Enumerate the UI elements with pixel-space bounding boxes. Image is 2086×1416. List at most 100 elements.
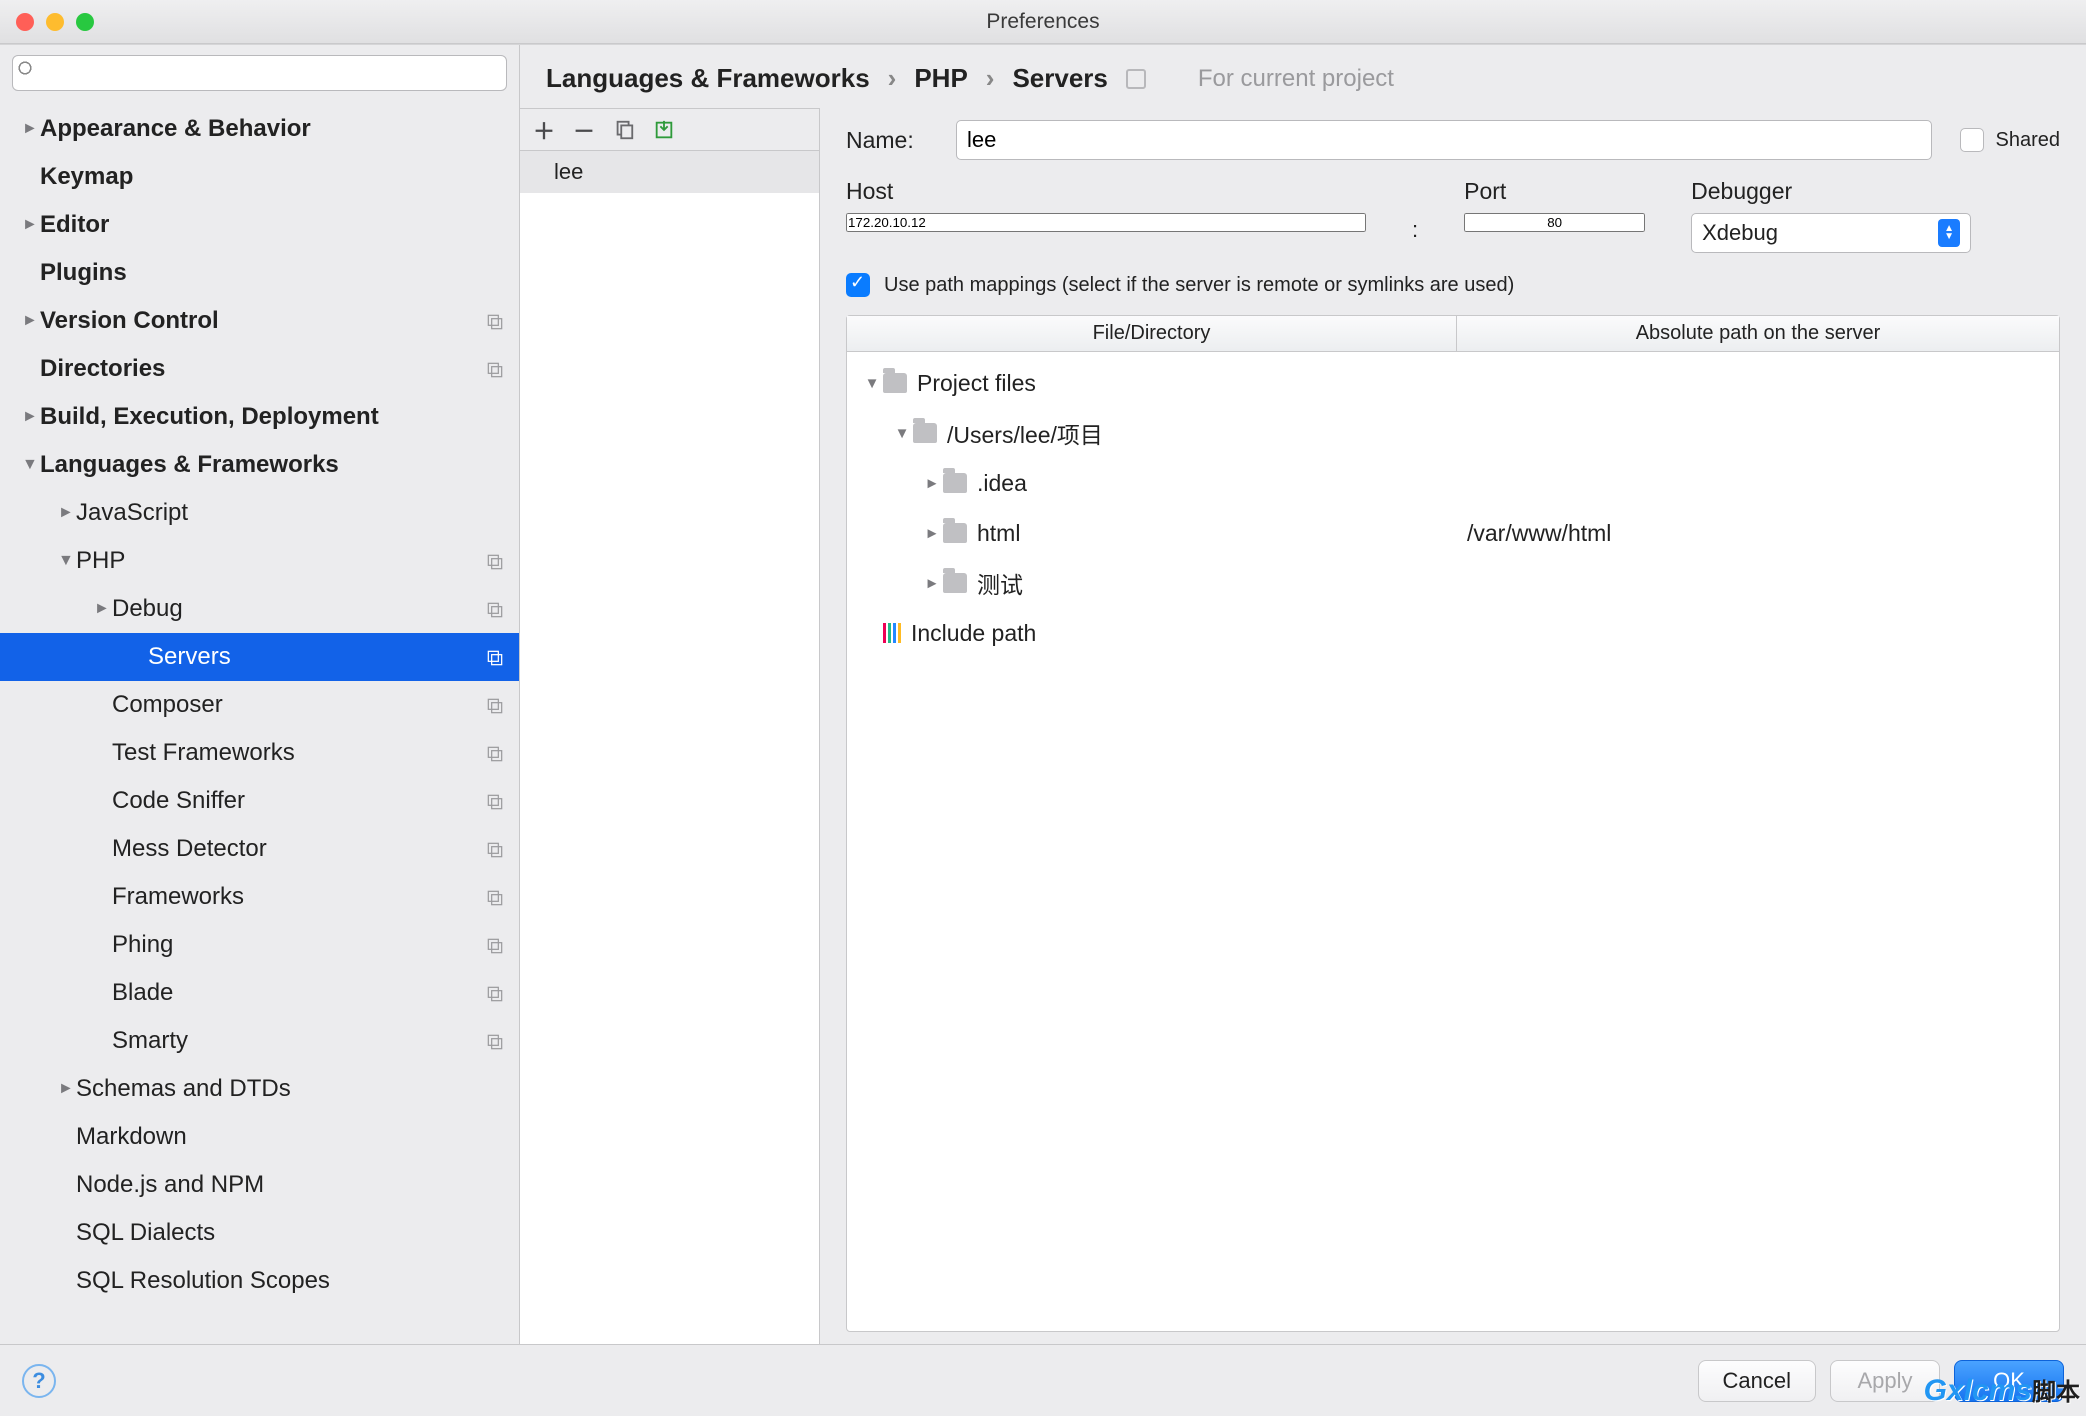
- sidebar-item-markdown[interactable]: Markdown: [0, 1113, 519, 1161]
- host-label: Host: [846, 178, 1366, 205]
- chevron-icon: ►: [22, 216, 40, 234]
- sidebar-item-schemas-and-dtds[interactable]: ►Schemas and DTDs: [0, 1065, 519, 1113]
- chevron-icon: ▼: [58, 552, 76, 570]
- select-arrows-icon: ▲▼: [1938, 219, 1960, 247]
- sidebar-item-label: Editor: [40, 211, 505, 239]
- absolute-path-cell[interactable]: /var/www/html: [1457, 520, 2059, 547]
- server-item[interactable]: lee: [520, 151, 819, 193]
- sidebar-item-label: Node.js and NPM: [76, 1171, 505, 1199]
- chevron-icon: ►: [22, 312, 40, 330]
- sidebar-item-composer[interactable]: Composer: [0, 681, 519, 729]
- sidebar-item-directories[interactable]: Directories: [0, 345, 519, 393]
- sidebar-item-frameworks[interactable]: Frameworks: [0, 873, 519, 921]
- sidebar-item-keymap[interactable]: Keymap: [0, 153, 519, 201]
- folder-icon: [913, 423, 937, 443]
- sidebar-item-label: Composer: [112, 691, 485, 719]
- debugger-select[interactable]: Xdebug ▲▼: [1691, 213, 1971, 253]
- sidebar-item-label: SQL Resolution Scopes: [76, 1267, 505, 1295]
- folder-icon: [943, 573, 967, 593]
- sidebar-item-label: Markdown: [76, 1123, 505, 1151]
- chevron-icon: ►: [58, 504, 76, 522]
- per-project-icon: [485, 887, 505, 907]
- sidebar-item-label: SQL Dialects: [76, 1219, 505, 1247]
- search-input[interactable]: [12, 55, 507, 91]
- port-label: Port: [1464, 178, 1645, 205]
- sidebar-item-servers[interactable]: Servers: [0, 633, 519, 681]
- path-label: html: [977, 520, 1020, 547]
- scope-hint: For current project: [1198, 65, 1394, 93]
- servers-list-panel: ＋ － lee: [520, 108, 820, 1344]
- sidebar-item-build-execution-deployment[interactable]: ►Build, Execution, Deployment: [0, 393, 519, 441]
- path-row[interactable]: ► .idea: [847, 458, 2059, 508]
- sidebar-item-debug[interactable]: ►Debug: [0, 585, 519, 633]
- crumb-root[interactable]: Languages & Frameworks: [546, 63, 870, 94]
- preferences-tree[interactable]: ►Appearance & BehaviorKeymap►EditorPlugi…: [0, 101, 519, 1344]
- sidebar-item-smarty[interactable]: Smarty: [0, 1017, 519, 1065]
- per-project-icon: [485, 695, 505, 715]
- debugger-value: Xdebug: [1702, 220, 1778, 246]
- path-row[interactable]: ▼Project files: [847, 358, 2059, 408]
- help-button[interactable]: ?: [22, 1364, 56, 1398]
- chevron-icon: ►: [921, 475, 943, 492]
- sidebar-item-phing[interactable]: Phing: [0, 921, 519, 969]
- shared-label: Shared: [1996, 129, 2061, 152]
- add-button[interactable]: ＋: [530, 116, 558, 144]
- name-field[interactable]: [956, 120, 1932, 160]
- shared-checkbox[interactable]: [1960, 128, 1984, 152]
- chevron-icon: ►: [22, 408, 40, 426]
- chevron-icon: ▼: [861, 375, 883, 392]
- sidebar-item-plugins[interactable]: Plugins: [0, 249, 519, 297]
- apply-button[interactable]: Apply: [1830, 1360, 1940, 1402]
- sidebar-item-label: Smarty: [112, 1027, 485, 1055]
- import-icon[interactable]: [650, 116, 678, 144]
- sidebar-item-label: Phing: [112, 931, 485, 959]
- sidebar-item-blade[interactable]: Blade: [0, 969, 519, 1017]
- sidebar-item-mess-detector[interactable]: Mess Detector: [0, 825, 519, 873]
- crumb-mid[interactable]: PHP: [914, 63, 967, 94]
- column-absolute-path[interactable]: Absolute path on the server: [1457, 316, 2059, 351]
- path-row[interactable]: ▼/Users/lee/项目: [847, 408, 2059, 458]
- chevron-icon: ►: [58, 1080, 76, 1098]
- path-row[interactable]: ►测试: [847, 558, 2059, 608]
- chevron-icon: ►: [22, 120, 40, 138]
- sidebar-item-label: Mess Detector: [112, 835, 485, 863]
- path-row[interactable]: Include path: [847, 608, 2059, 658]
- sidebar-item-javascript[interactable]: ►JavaScript: [0, 489, 519, 537]
- sidebar-item-php[interactable]: ▼PHP: [0, 537, 519, 585]
- chevron-icon: ►: [921, 575, 943, 592]
- path-label: .idea: [977, 470, 1027, 497]
- path-label: /Users/lee/项目: [947, 416, 1103, 450]
- sidebar-item-code-sniffer[interactable]: Code Sniffer: [0, 777, 519, 825]
- project-scope-icon: [1126, 69, 1146, 89]
- copy-icon[interactable]: [610, 116, 638, 144]
- sidebar-item-label: Appearance & Behavior: [40, 115, 505, 143]
- sidebar-item-languages-frameworks[interactable]: ▼Languages & Frameworks: [0, 441, 519, 489]
- path-row[interactable]: ►html/var/www/html: [847, 508, 2059, 558]
- name-label: Name:: [846, 127, 956, 154]
- path-mappings-body[interactable]: ▼Project files▼/Users/lee/项目►.idea►html/…: [847, 352, 2059, 1331]
- remove-button[interactable]: －: [570, 116, 598, 144]
- servers-list[interactable]: lee: [520, 151, 819, 1344]
- sidebar-item-version-control[interactable]: ►Version Control: [0, 297, 519, 345]
- path-mappings-checkbox[interactable]: [846, 273, 870, 297]
- per-project-icon: [485, 1031, 505, 1051]
- column-file-directory[interactable]: File/Directory: [847, 316, 1457, 351]
- port-field[interactable]: [1464, 213, 1645, 232]
- sidebar-item-editor[interactable]: ►Editor: [0, 201, 519, 249]
- titlebar: Preferences: [0, 0, 2086, 44]
- cancel-button[interactable]: Cancel: [1698, 1360, 1816, 1402]
- sidebar-item-appearance-behavior[interactable]: ►Appearance & Behavior: [0, 105, 519, 153]
- dialog-footer: ? Cancel Apply OK: [0, 1344, 2086, 1416]
- ok-button[interactable]: OK: [1954, 1360, 2064, 1402]
- host-field[interactable]: [846, 213, 1366, 232]
- sidebar-item-label: Frameworks: [112, 883, 485, 911]
- sidebar-item-label: Code Sniffer: [112, 787, 485, 815]
- debugger-label: Debugger: [1691, 178, 1971, 205]
- sidebar-item-sql-resolution-scopes[interactable]: SQL Resolution Scopes: [0, 1257, 519, 1305]
- sidebar-item-node-js-and-npm[interactable]: Node.js and NPM: [0, 1161, 519, 1209]
- per-project-icon: [485, 935, 505, 955]
- per-project-icon: [485, 311, 505, 331]
- sidebar-item-sql-dialects[interactable]: SQL Dialects: [0, 1209, 519, 1257]
- preferences-sidebar: ►Appearance & BehaviorKeymap►EditorPlugi…: [0, 45, 520, 1344]
- sidebar-item-test-frameworks[interactable]: Test Frameworks: [0, 729, 519, 777]
